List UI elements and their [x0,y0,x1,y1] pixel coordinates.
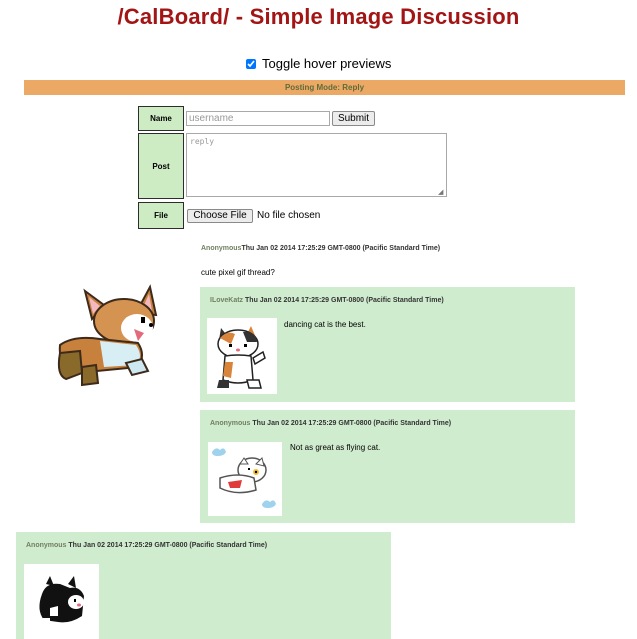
reply-image[interactable] [24,564,99,639]
reply-author: Anonymous [210,420,251,427]
file-label: File [138,202,184,229]
submit-button[interactable]: Submit [332,111,375,126]
flying-cat-image [212,448,276,508]
op-image[interactable] [52,283,162,389]
reply-date: Thu Jan 02 2014 17:25:29 GMT-0800 (Pacif… [68,542,268,549]
reply-text: dancing cat is the best. [284,320,366,329]
op-meta: AnonymousThu Jan 02 2014 17:25:29 GMT-08… [201,245,440,252]
name-label: Name [138,106,184,131]
file-status: No file chosen [257,210,321,221]
reply-date: Thu Jan 02 2014 17:25:29 GMT-0800 (Pacif… [252,420,452,427]
op-text: cute pixel gif thread? [201,268,275,277]
post-label: Post [138,133,184,199]
textarea-resize-grip[interactable]: ◢ [438,188,443,196]
reply-author: ILoveKatz [210,297,244,304]
reply-post: Anonymous Thu Jan 02 2014 17:25:29 GMT-0… [200,410,575,523]
hover-preview-label: Toggle hover previews [262,56,392,71]
post-textarea[interactable] [186,133,447,197]
op-date: Thu Jan 02 2014 17:25:29 GMT-0800 (Pacif… [241,245,441,252]
reply-image[interactable] [208,442,282,516]
reply-meta: Anonymous Thu Jan 02 2014 17:25:29 GMT-0… [26,542,267,549]
page-title: /CalBoard/ - Simple Image Discussion [117,4,520,29]
dancing-cat-image [217,326,266,389]
op-author: Anonymous [201,245,242,252]
name-input[interactable] [186,111,330,126]
reply-date: Thu Jan 02 2014 17:25:29 GMT-0800 (Pacif… [245,297,444,304]
reply-image[interactable] [207,318,277,394]
reply-post: Anonymous Thu Jan 02 2014 17:25:29 GMT-0… [16,532,391,639]
black-cat-image [39,576,84,624]
choose-file-button[interactable]: Choose File [187,209,253,223]
reply-meta: Anonymous Thu Jan 02 2014 17:25:29 GMT-0… [210,420,451,427]
reply-post: ILoveKatz Thu Jan 02 2014 17:25:29 GMT-0… [200,287,575,402]
hover-preview-toggle[interactable]: Toggle hover previews [0,56,637,71]
posting-mode-banner: Posting Mode: Reply [24,80,625,95]
hover-preview-checkbox[interactable] [245,59,256,69]
reply-text: Not as great as flying cat. [290,443,381,452]
corgi-pixel-image [57,284,158,387]
reply-meta: ILoveKatz Thu Jan 02 2014 17:25:29 GMT-0… [210,297,444,304]
reply-author: Anonymous [26,542,67,549]
